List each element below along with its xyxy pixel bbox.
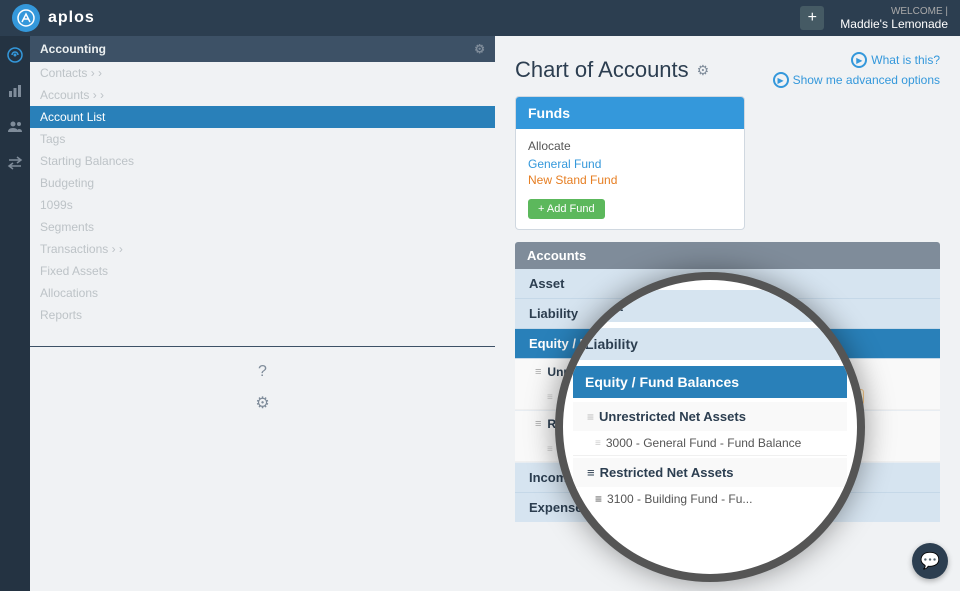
main-layout: Accounting ⚙ Contacts › Accounts › Accou… xyxy=(0,36,960,591)
sub-unrestricted-label: Unrestricted Net Assets xyxy=(547,365,683,379)
sub-restricted-header[interactable]: ≡ Restricted Net Assets xyxy=(515,411,940,437)
drag-icon-row-1: ≡ xyxy=(547,392,553,403)
sub-unrestricted-header[interactable]: ≡ Unrestricted Net Assets xyxy=(515,359,940,385)
sub-restricted: ≡ Restricted Net Assets ≡ 3100 - Buildin… xyxy=(515,411,940,463)
account-label-3100: 3100 - Building Fund - Fu... xyxy=(559,442,704,456)
page-settings-icon[interactable]: ⚙ xyxy=(697,62,710,79)
nav-icon-transfer[interactable] xyxy=(4,152,26,174)
sidebar-item-accounts[interactable]: Accounts › xyxy=(30,84,495,106)
topbar: aplos + WELCOME | Maddie's Lemonade xyxy=(0,0,960,36)
page-title-area: Chart of Accounts ⚙ xyxy=(515,57,709,83)
advanced-options-link[interactable]: ▶ Show me advanced options xyxy=(773,72,940,88)
sidebar-item-fixed-assets[interactable]: Fixed Assets xyxy=(30,260,495,282)
general-fund-link[interactable]: General Fund xyxy=(528,157,732,171)
fund-tag-general[interactable]: General Fund xyxy=(718,441,799,457)
sidebar-item-tags[interactable]: Tags xyxy=(30,128,495,150)
play-icon-2: ▶ xyxy=(773,72,789,88)
account-allocate-label: Allocate xyxy=(814,443,853,455)
accounts-section: Accounts Asset Liability Equity / Fund B… xyxy=(515,242,940,591)
funds-card: Funds Allocate General Fund New Stand Fu… xyxy=(515,96,745,230)
sidebar-section-label: Accounting xyxy=(40,42,106,56)
sidebar-item-budgeting[interactable]: Budgeting xyxy=(30,172,495,194)
funds-card-header: Funds xyxy=(516,97,744,129)
drag-icon-1: ≡ xyxy=(535,366,541,378)
sidebar-item-segments[interactable]: Segments xyxy=(30,216,495,238)
add-fund-button[interactable]: + Add Fund xyxy=(528,199,605,219)
welcome-area: WELCOME | Maddie's Lemonade xyxy=(840,6,948,31)
sidebar-item-contacts[interactable]: Contacts › xyxy=(30,62,495,84)
sidebar-item-account-list[interactable]: Account List xyxy=(30,106,495,128)
category-asset[interactable]: Asset xyxy=(515,269,940,299)
welcome-label: WELCOME | xyxy=(840,6,948,17)
funds-card-body: Allocate General Fund New Stand Fund + A… xyxy=(516,129,744,229)
what-is-this-link[interactable]: ▶ What is this? xyxy=(851,52,940,68)
category-income[interactable]: Income xyxy=(515,463,940,493)
drag-icon-2: ≡ xyxy=(535,418,541,430)
account-label-3000: 3000 - General Fund - Fund Balance xyxy=(559,390,754,404)
sidebar-help-button[interactable]: ? xyxy=(30,357,495,387)
nav-icon-people[interactable] xyxy=(4,116,26,138)
sidebar-settings-button[interactable]: ⚙ xyxy=(30,387,495,419)
sidebar-icon-strip xyxy=(0,36,30,591)
user-name: Maddie's Lemonade xyxy=(840,17,948,31)
what-is-this-label: What is this? xyxy=(871,53,940,67)
table-row[interactable]: ≡ 3100 - Building Fund - Fu... General F… xyxy=(515,437,940,462)
add-button[interactable]: + xyxy=(800,6,824,30)
sidebar-item-allocations[interactable]: Allocations xyxy=(30,282,495,304)
sidebar-nav: Accounting ⚙ Contacts › Accounts › Accou… xyxy=(30,36,495,591)
content-area: Chart of Accounts ⚙ ▶ What is this? ▶ Sh… xyxy=(495,36,960,591)
sidebar-item-reports[interactable]: Reports xyxy=(30,304,495,326)
advanced-options-label: Show me advanced options xyxy=(793,73,940,87)
sidebar-item-1099s[interactable]: 1099s xyxy=(30,194,495,216)
new-stand-fund-link[interactable]: New Stand Fund xyxy=(528,173,732,187)
drag-icon-row-2: ≡ xyxy=(547,444,553,455)
play-icon-1: ▶ xyxy=(851,52,867,68)
page-title: Chart of Accounts xyxy=(515,57,689,83)
sub-unrestricted: ≡ Unrestricted Net Assets ≡ 3000 - Gener… xyxy=(515,359,940,411)
category-equity[interactable]: Equity / Fund Balances xyxy=(515,329,940,359)
app-logo: aplos xyxy=(12,4,95,32)
sub-restricted-label: Restricted Net Assets xyxy=(547,417,671,431)
sidebar-gear-icon[interactable]: ⚙ xyxy=(474,42,485,56)
content-header: Chart of Accounts ⚙ ▶ What is this? ▶ Sh… xyxy=(495,36,960,96)
sidebar-item-transactions[interactable]: Transactions › xyxy=(30,238,495,260)
app-name: aplos xyxy=(48,9,95,27)
category-liability[interactable]: Liability xyxy=(515,299,940,329)
chat-icon: 💬 xyxy=(920,551,940,571)
accounts-header: Accounts xyxy=(515,242,940,269)
funds-allocate-label: Allocate xyxy=(528,139,732,153)
category-expense[interactable]: Expense xyxy=(515,493,940,522)
sidebar-item-starting-balances[interactable]: Starting Balances xyxy=(30,150,495,172)
fund-tag-new-stand[interactable]: New Stand Fund xyxy=(768,389,864,405)
table-row[interactable]: ≡ 3000 - General Fund - Fund Balance New… xyxy=(515,385,940,410)
logo-icon xyxy=(12,4,40,32)
header-actions: ▶ What is this? ▶ Show me advanced optio… xyxy=(773,52,940,88)
nav-icon-dashboard[interactable] xyxy=(4,44,26,66)
sidebar-section-accounting: Accounting ⚙ xyxy=(30,36,495,62)
nav-icon-charts[interactable] xyxy=(4,80,26,102)
chat-button[interactable]: 💬 xyxy=(912,543,948,579)
topbar-right: + WELCOME | Maddie's Lemonade xyxy=(800,6,948,31)
